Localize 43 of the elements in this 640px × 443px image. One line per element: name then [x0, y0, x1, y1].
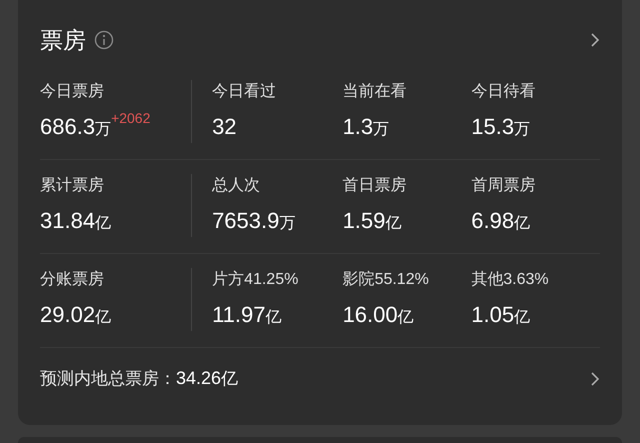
stat-value: 29.02 [40, 301, 96, 329]
unit-label: 亿 [265, 308, 282, 328]
unit-label: 亿 [514, 214, 530, 234]
unit-label: 亿 [95, 308, 112, 328]
stat-value: 1.59 [342, 207, 386, 235]
unit-label: 万 [514, 120, 530, 140]
stat-label: 分账票房 [40, 270, 105, 290]
stat-value: 11.97 [212, 301, 266, 329]
unit-label: 万 [373, 120, 390, 140]
chevron-right-icon[interactable] [591, 33, 600, 47]
delta-text: +2062 [111, 109, 150, 128]
stat-label: 累计票房 [40, 176, 105, 196]
stat-value: 7653.9 [212, 207, 280, 235]
unit-label: 亿 [398, 308, 414, 328]
stat-label: 影院55.12% [342, 270, 430, 290]
stat-value: 31.84 [40, 207, 96, 235]
stat-value: 1.05 [471, 301, 514, 329]
stat-value: 16.00 [342, 301, 398, 329]
stat-label: 总人次 [212, 176, 262, 196]
forecast-value: 34.26 [176, 367, 222, 390]
unit-label: 亿 [514, 308, 530, 328]
stat-label: 当前在看 [342, 82, 408, 102]
stat-value: 32 [212, 113, 237, 141]
stat-label: 片方41.25% [212, 270, 300, 290]
stat-value: 6.98 [471, 207, 514, 235]
unit-label: 万 [95, 120, 112, 140]
stat-value: 1.3 [342, 113, 374, 141]
info-icon[interactable] [94, 30, 114, 50]
stat-label: 今日待看 [471, 82, 536, 102]
stat-label: 今日票房 [40, 82, 105, 102]
stat-label: 首周票房 [471, 176, 536, 196]
stat-label: 其他3.63% [471, 270, 550, 290]
unit-label: 亿 [95, 214, 112, 234]
unit-label: 亿 [221, 368, 238, 390]
card-title: 票房 [40, 26, 86, 55]
forecast-label: 预测内地总票房： [40, 368, 176, 390]
stat-label: 首日票房 [342, 176, 408, 196]
chevron-right-icon[interactable] [591, 372, 600, 386]
unit-label: 亿 [385, 214, 402, 234]
unit-label: 万 [279, 214, 296, 234]
stat-value: 15.3 [471, 113, 514, 141]
stat-value: 686.3 [40, 113, 96, 141]
stat-label: 今日看过 [212, 82, 278, 102]
